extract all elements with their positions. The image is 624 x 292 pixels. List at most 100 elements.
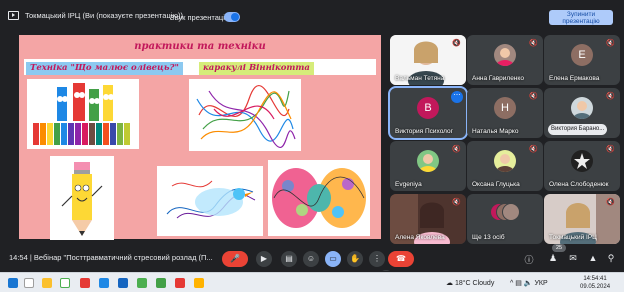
participant-tile[interactable]: 🔇 Олена Слободенюк — [544, 141, 620, 191]
presenting-indicator: Токмацький ІРЦ (Ви (показуєте презентаці… — [8, 6, 183, 24]
participant-avatar: Е — [571, 44, 593, 66]
participant-tile[interactable]: 🔇 Вальман Тетяна — [390, 35, 466, 85]
clock-time: 14:54:41 — [583, 276, 607, 282]
chevron-up-icon: ^ — [510, 280, 514, 287]
participant-tile[interactable]: Е 🔇 Елена Ермакова — [544, 35, 620, 85]
activities-icon[interactable]: ▲ — [587, 253, 599, 263]
meeting-info-icon[interactable]: ⓘ — [523, 253, 535, 266]
mic-off-button[interactable]: 🎤 — [222, 251, 248, 267]
pencil-character-image — [50, 156, 114, 240]
mic-off-icon: 🔇 — [606, 146, 615, 153]
cloud-icon: ☁ — [446, 280, 455, 287]
participant-photo — [494, 150, 516, 172]
app-icon[interactable] — [60, 278, 70, 288]
chrome-icon[interactable] — [194, 278, 204, 288]
search-icon[interactable] — [24, 278, 34, 288]
crayons-image — [27, 79, 139, 149]
chrome-icon[interactable] — [156, 278, 166, 288]
shared-slide: практики та техніки Техніка "Що малює ол… — [19, 35, 393, 271]
call-time: 14:54 — [9, 253, 28, 262]
clock-date: 09.05.2024 — [580, 284, 611, 290]
participant-name: Evgeniya — [395, 181, 422, 188]
meeting-title: Вебінар "Посттравматичний стресовий розл… — [33, 253, 213, 262]
scribble-image-top — [189, 79, 301, 151]
participant-name: Вальман Тетяна — [395, 75, 445, 82]
network-icon: ▤ — [515, 280, 524, 287]
app-icon[interactable] — [99, 278, 109, 288]
weather-text: 18°C Cloudy — [454, 280, 495, 287]
bird-scribble-image — [157, 166, 263, 236]
raise-hand-button[interactable]: ✋ — [347, 251, 363, 267]
speaker-icon: 🔈 — [523, 280, 535, 287]
chat-icon[interactable]: ✉ — [567, 253, 579, 264]
participant-name: Токмацький ІРЦ — [549, 234, 597, 241]
participant-tile-active[interactable]: В ⋯ Виктория Психолог — [388, 86, 468, 140]
participant-name: Елена Ермакова — [549, 75, 600, 82]
word-icon[interactable] — [118, 278, 128, 288]
emoji-button[interactable]: ☺ — [303, 251, 319, 267]
mic-off-icon: 🔇 — [529, 93, 538, 100]
presenting-text: Токмацький ІРЦ (Ви (показуєте презентаці… — [25, 10, 184, 20]
camera-button[interactable]: ▶ — [256, 251, 272, 267]
folder-icon[interactable] — [42, 278, 52, 288]
participant-name: Виктория Барано... — [548, 124, 608, 135]
participant-tile[interactable]: 🔇 Алена Яковлева — [390, 194, 466, 244]
participant-name: Алена Яковлева — [395, 234, 445, 241]
participant-tile[interactable]: 🔇 Анна Гавриленко — [467, 35, 543, 85]
participant-tile[interactable]: 🔇 Оксана Глуцька — [467, 141, 543, 191]
participant-photo — [571, 97, 593, 119]
system-tray[interactable]: ^ ▤ 🔈 УКР — [510, 279, 548, 287]
mic-off-icon: 🔇 — [606, 199, 615, 206]
language-indicator: УКР — [534, 280, 548, 287]
participant-avatar: Н — [494, 97, 516, 119]
participant-count-badge: 25 — [552, 244, 566, 252]
participant-name: Олена Слободенюк — [549, 181, 609, 188]
captions-button[interactable]: ▤ — [281, 251, 297, 267]
participant-tile-others[interactable]: Ще 13 осіб — [467, 194, 543, 244]
participant-photo — [494, 44, 516, 66]
mic-off-icon: 🔇 — [529, 40, 538, 47]
colored-doodle-image — [268, 160, 370, 236]
people-icon[interactable]: ♟ — [547, 253, 559, 264]
participant-tile[interactable]: Н 🔇 Наталья Марко — [467, 88, 543, 138]
stop-label-line1: Зупинити — [566, 11, 596, 18]
present-screen-icon — [8, 10, 19, 20]
stop-presenting-button[interactable]: Зупинити презентацію — [549, 10, 613, 25]
leave-call-button[interactable]: ☎ — [388, 251, 414, 267]
mic-off-icon: 🔇 — [606, 93, 615, 100]
participant-tile[interactable]: 🔇 Виктория Барано... — [544, 88, 620, 138]
meet-window: Токмацький ІРЦ (Ви (показуєте презентаці… — [0, 0, 624, 292]
slide-title: практики та техніки — [134, 41, 266, 52]
slide-subtitle-left: Техніка "Що малює олівець?" — [26, 62, 183, 75]
participant-name: Виктория Психолог — [395, 128, 454, 135]
os-taskbar: ☁ 18°C Cloudy ^ ▤ 🔈 УКР 14:54:41 09.05.2… — [0, 272, 624, 292]
weather-widget[interactable]: ☁ 18°C Cloudy — [446, 279, 494, 287]
mic-off-icon: 🔇 — [452, 199, 461, 206]
participant-tile[interactable]: 🔇 Evgeniya — [390, 141, 466, 191]
participant-avatar: В — [417, 97, 439, 119]
participant-name: Наталья Марко — [472, 128, 519, 135]
lock-icon[interactable]: ⚲ — [605, 253, 617, 264]
meeting-details: 14:54 | Вебінар "Посттравматичний стресо… — [9, 253, 213, 262]
more-options-button[interactable]: ⋮ — [369, 251, 385, 267]
slide-subtitle-right: каракулі Віннікотта — [199, 62, 314, 75]
chrome-icon[interactable] — [137, 278, 147, 288]
taskbar-clock[interactable]: 14:54:41 09.05.2024 — [580, 275, 610, 291]
stop-label-line2: презентацію — [562, 18, 600, 25]
more-options-icon[interactable]: ⋯ — [451, 91, 463, 103]
participant-name: Анна Гавриленко — [472, 75, 524, 82]
opera-icon[interactable] — [80, 278, 90, 288]
mic-off-icon: 🔇 — [529, 146, 538, 153]
mic-off-icon: 🔇 — [452, 146, 461, 153]
presentation-sound-toggle[interactable] — [224, 12, 240, 22]
presentation-sound-label: Звук презентації — [170, 13, 227, 22]
presenting-bar: Токмацький ІРЦ (Ви (показуєте презентаці… — [0, 0, 624, 30]
present-button[interactable]: ▭ — [325, 251, 341, 267]
chrome-icon[interactable] — [175, 278, 185, 288]
participant-photo — [571, 150, 593, 172]
participant-tile-self[interactable]: 🔇 Токмацький ІРЦ — [544, 194, 620, 244]
call-controls-bar: 14:54 | Вебінар "Посттравматичний стресо… — [0, 244, 624, 270]
avatar-stack — [490, 203, 520, 225]
start-icon[interactable] — [8, 278, 18, 288]
participant-name: Оксана Глуцька — [472, 181, 520, 188]
